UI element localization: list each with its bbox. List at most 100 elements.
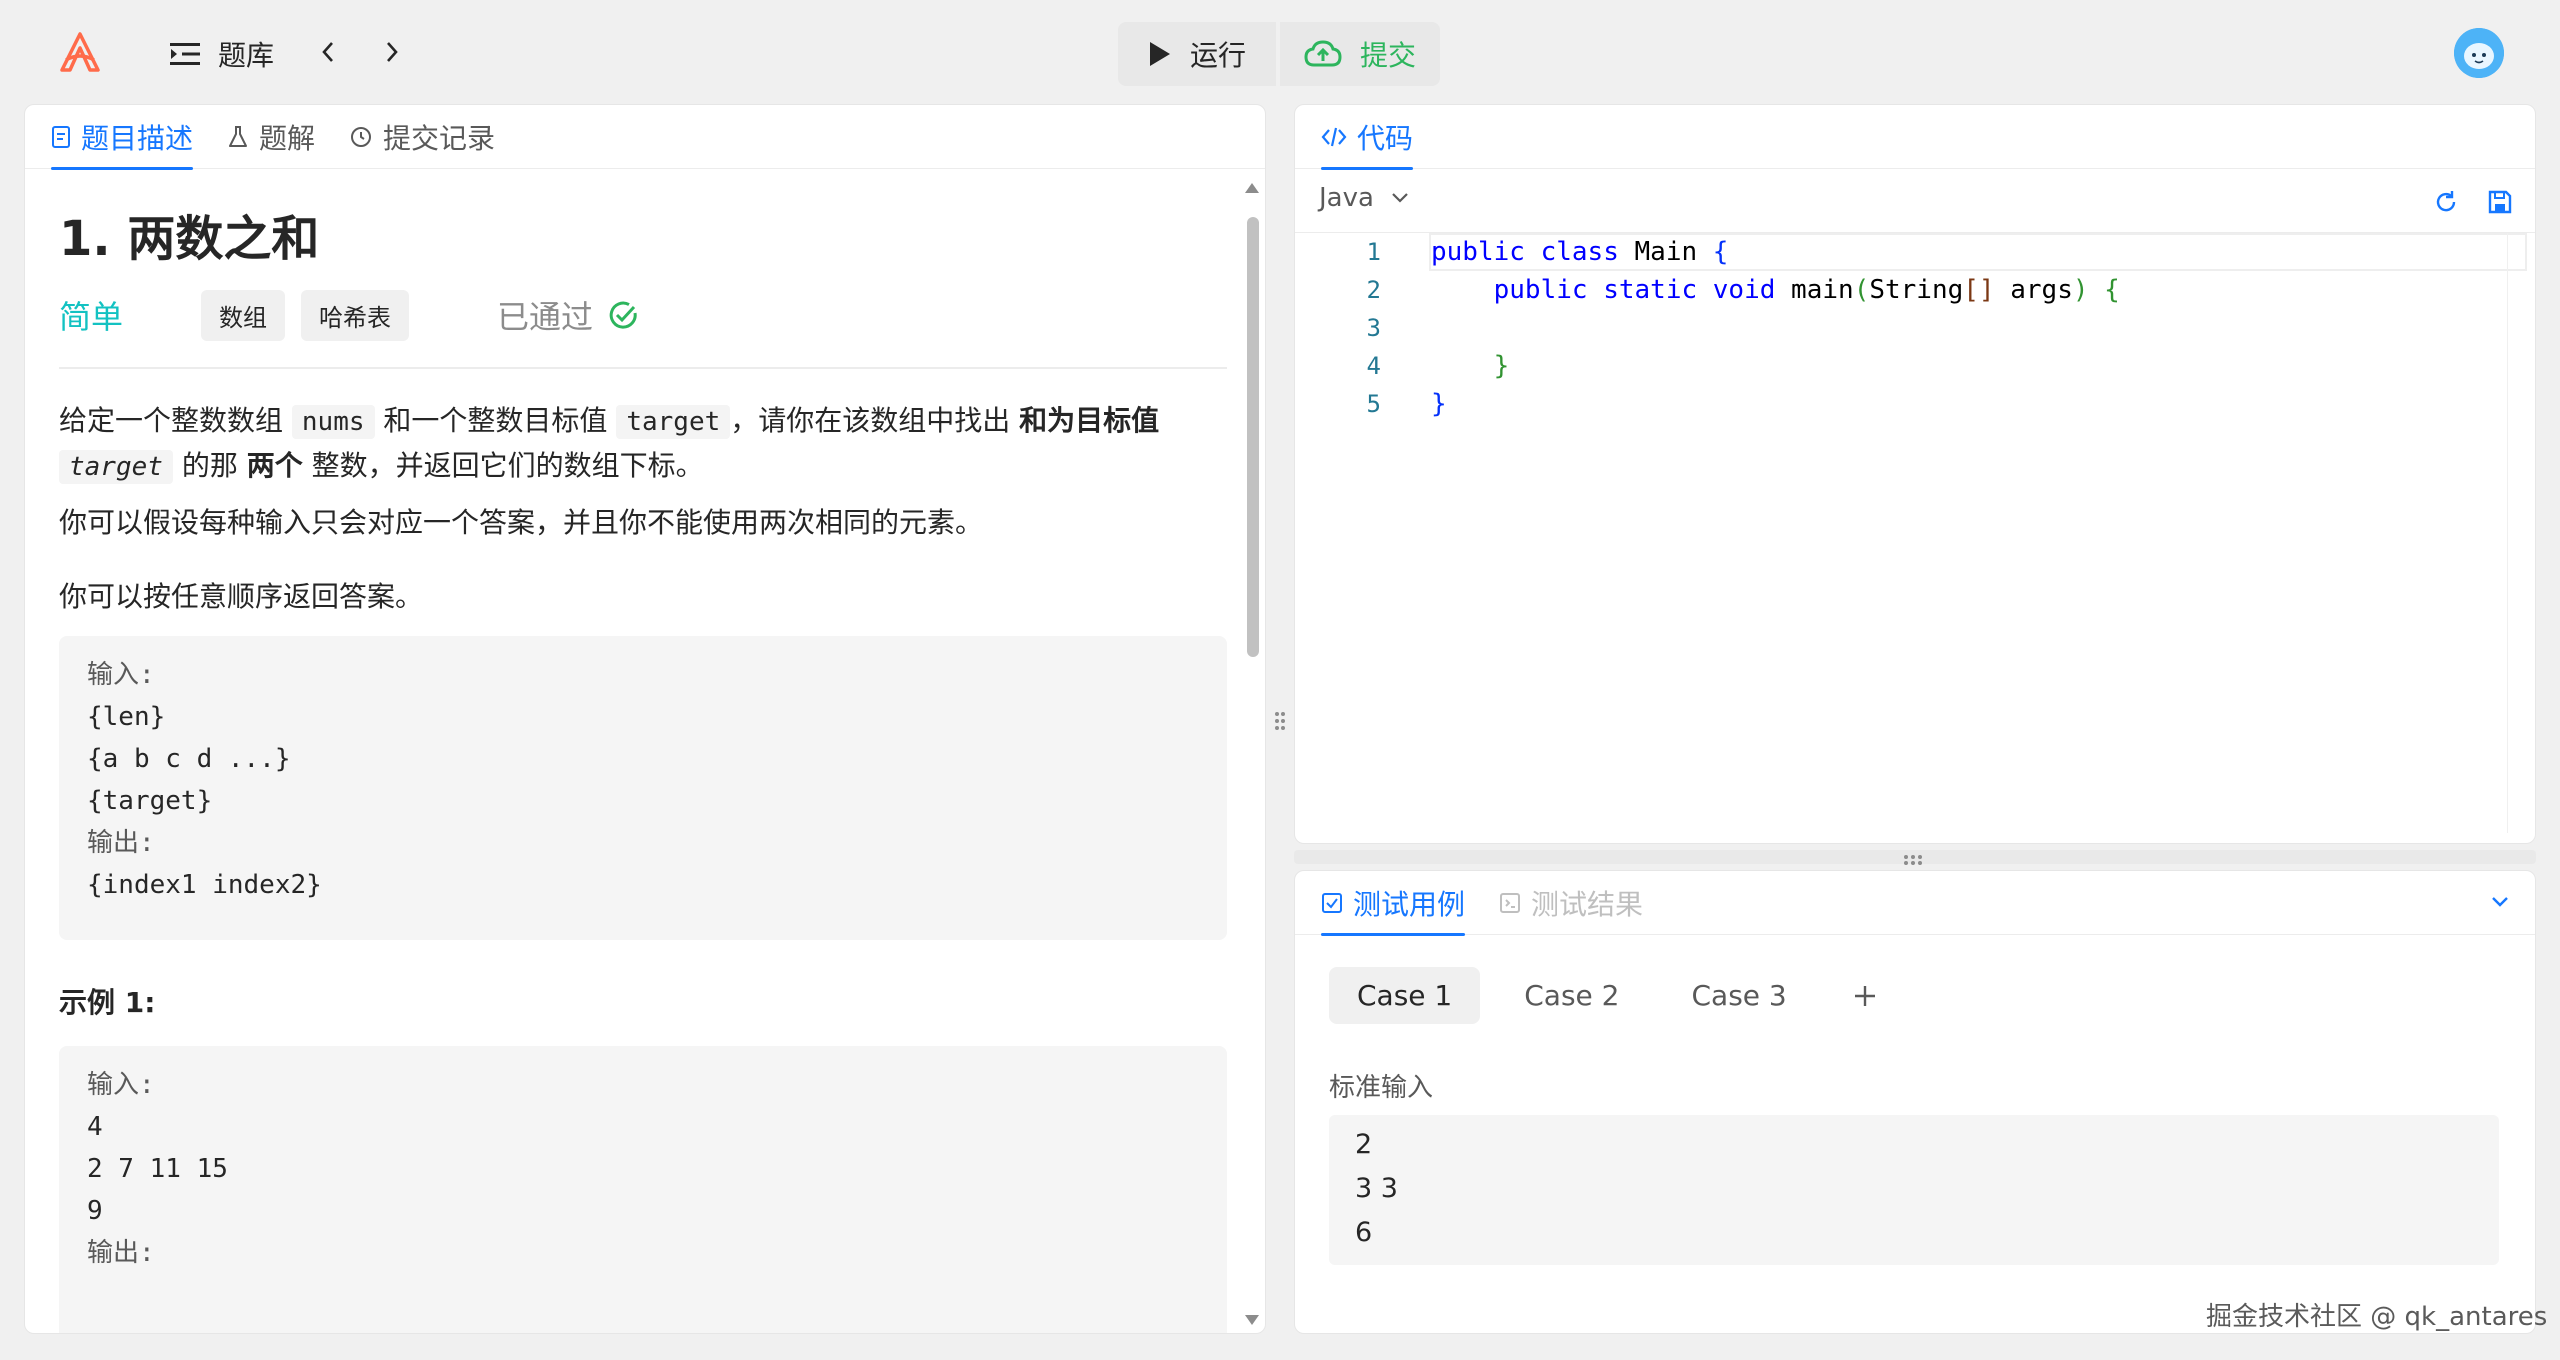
case-tab-3[interactable]: Case 3 — [1664, 967, 1815, 1024]
stdin-input[interactable]: 2 3 3 6 — [1329, 1115, 2499, 1265]
chevron-down-icon — [1392, 193, 1408, 203]
problem-meta: 简单 数组 哈希表 已通过 — [59, 287, 639, 343]
code-tabs: 代码 — [1295, 105, 2535, 170]
text-run: 和一个整数目标值 — [374, 404, 617, 437]
problem-panel: 题目描述 题解 提交记录 1. 两数之和 简单 数组 哈希表 已通过 给定一个整… — [24, 104, 1266, 1334]
next-problem-button[interactable] — [372, 30, 412, 74]
watermark: 掘金技术社区 @ qk_antares — [2206, 1302, 2548, 1332]
run-button[interactable]: 运行 — [1118, 22, 1276, 86]
problem-list-button[interactable]: 题库 — [170, 34, 274, 74]
chevron-left-icon — [322, 42, 333, 62]
code-line: 4 } — [1295, 347, 2535, 385]
tab-submissions[interactable]: 提交记录 — [349, 105, 495, 169]
case-tab-1[interactable]: Case 1 — [1329, 967, 1481, 1024]
document-icon — [52, 126, 70, 148]
run-label: 运行 — [1189, 39, 1246, 72]
code-line: 1 public class Main { — [1295, 233, 2535, 271]
chevron-down-icon — [2492, 897, 2508, 907]
line-number: 4 — [1366, 352, 1381, 380]
tab-code[interactable]: 代码 — [1321, 105, 1414, 170]
history-icon — [351, 127, 372, 147]
example-1-heading: 示例 1: — [59, 986, 156, 1019]
code-line: 3 — [1295, 309, 2535, 347]
editor-scrollbar[interactable] — [2507, 233, 2533, 833]
code-icon — [1321, 127, 1347, 147]
reset-code-button[interactable] — [2431, 187, 2461, 217]
code-line: 4 — [87, 1112, 103, 1142]
code-line: {index1 index2} — [87, 870, 322, 900]
line-content: public static void main(String[] args) { — [1431, 271, 2120, 309]
tag-hash-table[interactable]: 哈希表 — [301, 289, 410, 341]
scroll-down-icon[interactable] — [1243, 1313, 1261, 1329]
code-toolbar: Java — [1295, 169, 2535, 233]
bold-text: 两个 — [246, 449, 303, 482]
save-code-button[interactable] — [2485, 187, 2515, 217]
add-case-icon[interactable] — [1845, 976, 1885, 1016]
chevron-right-icon — [387, 42, 398, 62]
top-bar: 题库 运行 提交 — [0, 0, 2560, 106]
tab-solutions-label: 题解 — [259, 122, 316, 155]
code-token: class — [1540, 237, 1619, 267]
code-token: ( — [1853, 275, 1870, 305]
input-label: 输入: — [87, 1070, 155, 1100]
code-token: public — [1431, 237, 1525, 267]
test-tabs: 测试用例 测试结果 — [1295, 871, 2535, 936]
stdin-label: 标准输入 — [1329, 1073, 1434, 1103]
inline-code: target — [59, 450, 173, 484]
tab-test-results[interactable]: 测试结果 — [1499, 871, 1643, 935]
code-line: 5} — [1295, 385, 2535, 423]
terminal-icon — [1500, 893, 1521, 913]
checkbox-icon — [1322, 893, 1342, 913]
language-select[interactable]: Java — [1319, 183, 1410, 213]
scroll-up-icon[interactable] — [1243, 179, 1261, 195]
user-avatar[interactable] — [2454, 28, 2504, 78]
tab-solutions[interactable]: 题解 — [227, 105, 315, 169]
prev-problem-button[interactable] — [308, 30, 348, 74]
line-number: 5 — [1366, 390, 1381, 418]
example-1-block: 输入: 4 2 7 11 15 9 输出: — [59, 1046, 1227, 1333]
tab-test-cases[interactable]: 测试用例 — [1321, 871, 1466, 936]
cloud-upload-icon — [1304, 40, 1342, 67]
text-run: ，请你在该数组中找出 — [730, 404, 1020, 437]
tag-array[interactable]: 数组 — [201, 289, 286, 341]
output-label: 输出: — [87, 1238, 155, 1268]
description-paragraph-3: 你可以按任意顺序返回答案。 — [59, 580, 424, 613]
submit-label: 提交 — [1359, 39, 1416, 72]
problem-description: 1. 两数之和 简单 数组 哈希表 已通过 给定一个整数数组 nums 和一个整… — [59, 169, 1227, 1333]
code-token: } — [1493, 351, 1510, 381]
scrollbar-thumb[interactable] — [1247, 217, 1259, 657]
line-content: } — [1431, 385, 1447, 423]
problem-tabs: 题目描述 题解 提交记录 — [25, 105, 1265, 170]
case-tabs: Case 1 Case 2 Case 3 — [1329, 967, 1885, 1024]
app-logo-icon[interactable] — [58, 30, 102, 74]
avatar-icon — [2454, 28, 2504, 78]
status-badge: 已通过 — [497, 292, 639, 338]
vertical-resize-handle[interactable] — [1272, 706, 1288, 736]
code-line: {len} — [87, 702, 166, 732]
horizontal-resize-handle[interactable] — [1898, 852, 1928, 868]
text-run: 的那 — [172, 449, 247, 482]
code-token: Main — [1618, 237, 1713, 267]
refresh-icon — [2436, 191, 2456, 212]
tab-description[interactable]: 题目描述 — [51, 105, 194, 170]
submit-button[interactable]: 提交 — [1280, 22, 1440, 86]
code-token: { — [2104, 275, 2120, 305]
case-tab-2[interactable]: Case 2 — [1496, 967, 1647, 1024]
code-line: {a b c d ...} — [87, 744, 291, 774]
description-paragraph-2: 你可以假设每种输入只会对应一个答案，并且你不能使用两次相同的元素。 — [59, 506, 984, 539]
difficulty-badge: 简单 — [59, 298, 124, 336]
input-label: 输入: — [87, 660, 155, 690]
bold-text: 和为目标值 — [1019, 404, 1160, 437]
list-icon — [170, 43, 200, 65]
code-token: main — [1775, 275, 1854, 305]
tab-description-label: 题目描述 — [81, 122, 194, 155]
collapse-panel-button[interactable] — [2485, 887, 2515, 917]
code-line: 2 7 11 15 — [87, 1154, 228, 1184]
code-editor[interactable]: 1 public class Main {2 public static void… — [1295, 233, 2535, 843]
